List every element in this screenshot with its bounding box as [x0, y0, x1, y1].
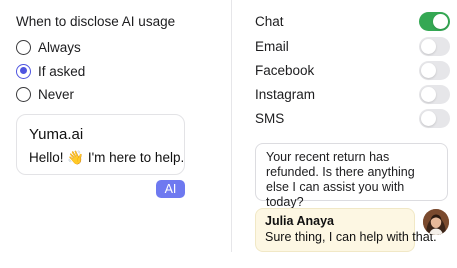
radio-option-always[interactable]: Always: [16, 38, 81, 56]
channels-panel: Chat Email Facebook Instagram SMS Your r…: [232, 0, 457, 268]
ai-badge: AI: [156, 180, 185, 198]
preview-brand-name: Yuma.ai: [29, 126, 84, 143]
radio-option-never[interactable]: Never: [16, 85, 74, 103]
toggle-chat[interactable]: [419, 11, 450, 31]
radio-label-if-asked: If asked: [38, 63, 86, 79]
ai-disclosure-title: When to disclose AI usage: [16, 14, 176, 29]
channel-label-sms: SMS: [255, 110, 285, 126]
preview-greeting: Hello! 👋 I'm here to help.: [29, 150, 185, 165]
toggle-instagram[interactable]: [419, 84, 450, 104]
channel-row-chat: Chat: [255, 11, 450, 31]
agent-name: Julia Anaya: [265, 214, 335, 228]
bot-message-bubble: Your recent return has refunded. Is ther…: [255, 143, 448, 209]
channel-label-instagram: Instagram: [255, 86, 316, 102]
radio-if-asked[interactable]: [16, 63, 31, 79]
toggle-knob: [421, 86, 436, 102]
radio-label-never: Never: [38, 86, 75, 102]
toggle-facebook[interactable]: [419, 60, 450, 80]
channel-row-facebook: Facebook: [255, 60, 450, 80]
toggle-knob: [421, 62, 436, 78]
channel-label-chat: Chat: [255, 13, 284, 29]
toggle-sms[interactable]: [419, 108, 450, 128]
avatar-portrait-icon: [423, 209, 449, 235]
chat-preview-card: Yuma.ai Hello! 👋 I'm here to help.: [16, 114, 185, 175]
toggle-knob: [421, 110, 436, 126]
radio-option-if-asked[interactable]: If asked: [16, 62, 85, 80]
agent-message: Sure thing, I can help with that.: [265, 230, 437, 244]
channel-row-sms: SMS: [255, 108, 450, 128]
channel-row-email: Email: [255, 36, 450, 56]
channel-label-email: Email: [255, 38, 289, 54]
agent-avatar: [423, 209, 449, 235]
ai-disclosure-panel: When to disclose AI usage Always If aske…: [0, 0, 231, 268]
radio-label-always: Always: [38, 39, 81, 55]
channel-label-facebook: Facebook: [255, 62, 315, 78]
radio-always[interactable]: [16, 39, 31, 55]
toggle-knob: [433, 13, 448, 29]
agent-message-bubble: Julia Anaya Sure thing, I can help with …: [255, 208, 437, 252]
channel-row-instagram: Instagram: [255, 84, 450, 104]
toggle-knob: [421, 38, 436, 54]
toggle-email[interactable]: [419, 36, 450, 56]
radio-never[interactable]: [16, 86, 31, 102]
